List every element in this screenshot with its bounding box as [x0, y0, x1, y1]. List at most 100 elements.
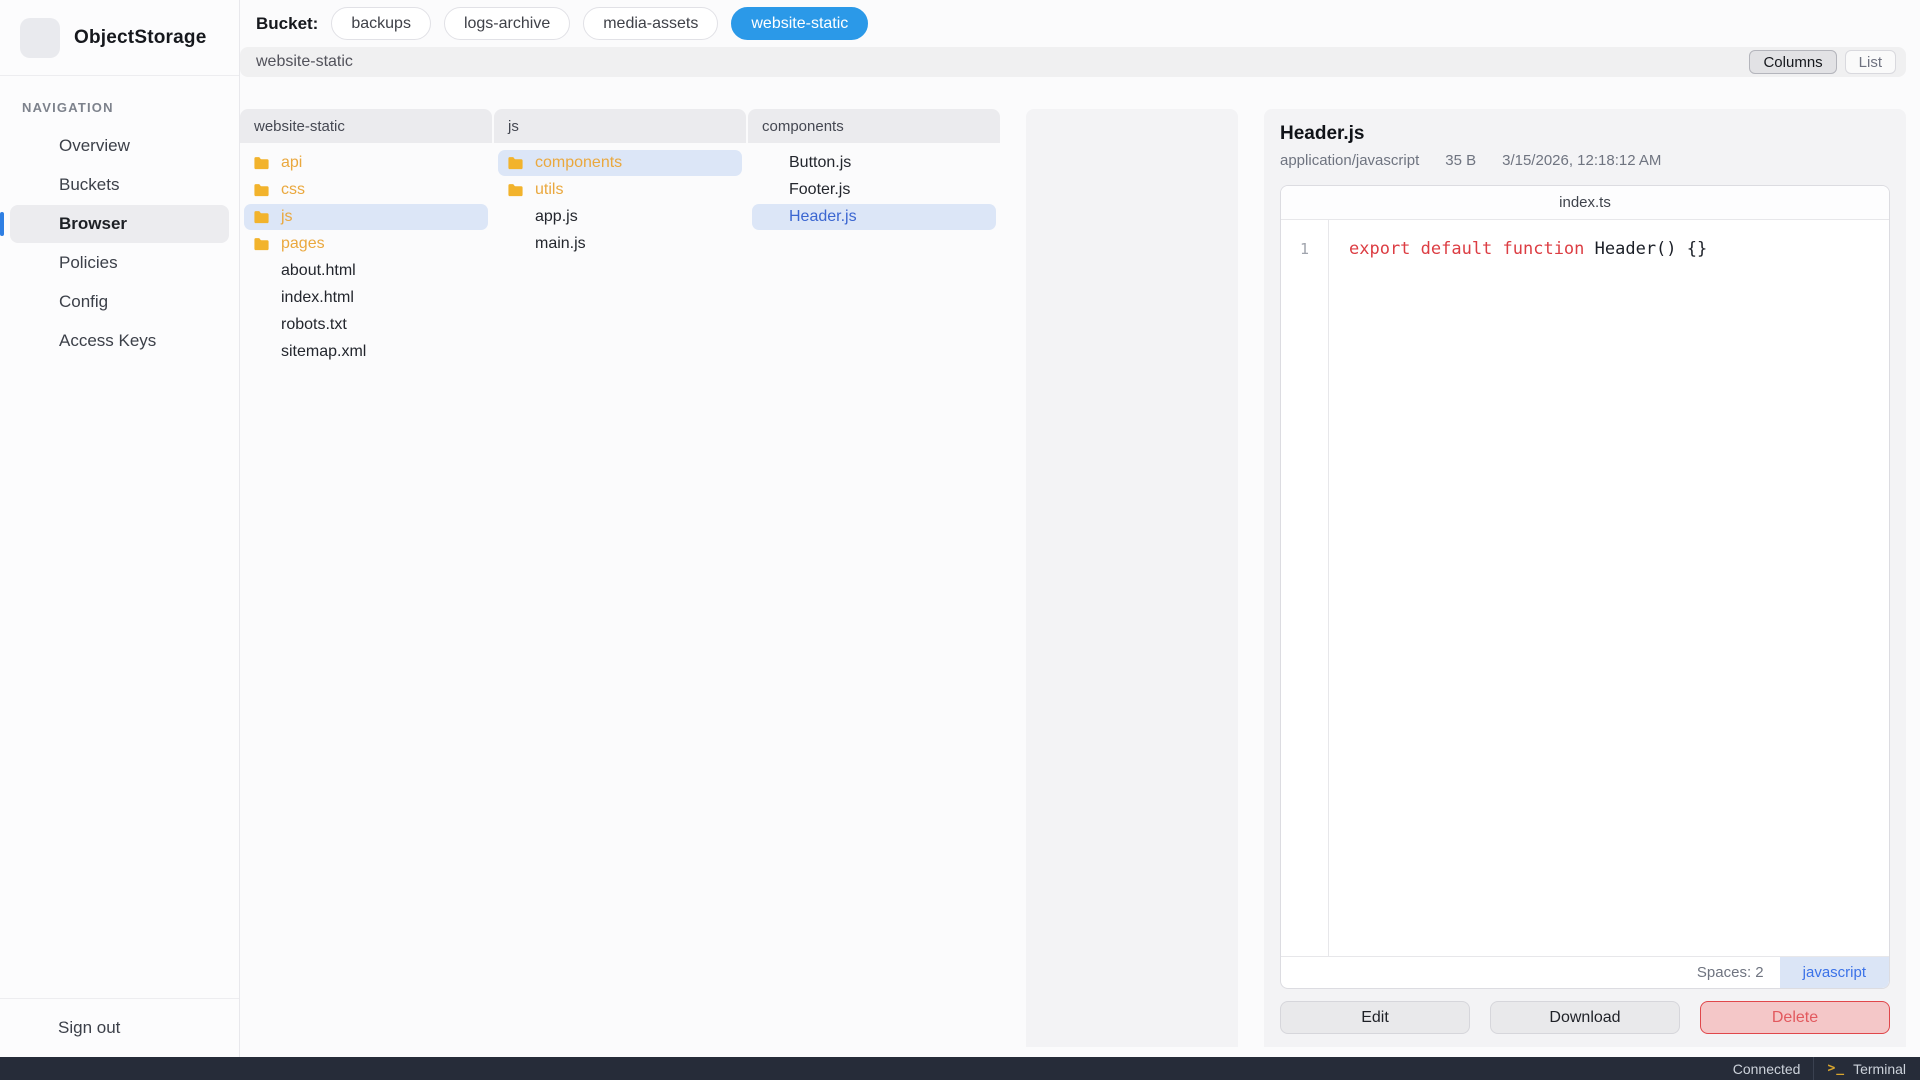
chevron-right-icon [466, 184, 479, 197]
file-row-about-html[interactable]: about.html [244, 258, 488, 284]
chevron-right-icon [466, 238, 479, 251]
file-detail-panel: Header.js application/javascript 35 B 3/… [1264, 109, 1906, 1047]
folder-row-css[interactable]: css [244, 177, 488, 203]
column-header: components [748, 109, 1000, 143]
sidebar-item-browser[interactable]: Browser [10, 205, 229, 243]
folder-icon [253, 209, 270, 226]
file-row-sitemap-xml[interactable]: sitemap.xml [244, 339, 488, 365]
miller-columns: website-static api css js pages about.htmlind… [240, 109, 1002, 1047]
bucket-title: website-static [256, 53, 353, 71]
sidebar-item-policies[interactable]: Policies [10, 244, 229, 282]
edit-button[interactable]: Edit [1280, 1001, 1470, 1034]
file-content-type: application/javascript [1280, 152, 1419, 169]
sidebar-item-access-keys[interactable]: Access Keys [10, 322, 229, 360]
nav-section-label: NAVIGATION [22, 100, 239, 115]
item-name: app.js [535, 208, 578, 226]
bucket-chip-list: backups logs-archive media-assets website-s… [331, 7, 868, 40]
terminal-label: Terminal [1853, 1061, 1906, 1077]
view-button-columns[interactable]: Columns [1749, 50, 1836, 74]
view-button-list[interactable]: List [1845, 50, 1896, 74]
wifi-icon [1709, 1061, 1725, 1077]
item-name: Header.js [789, 208, 857, 226]
file-row-index-html[interactable]: index.html [244, 285, 488, 311]
app-logo-icon [20, 18, 60, 58]
chevron-right-icon [466, 157, 479, 170]
file-row-robots-txt[interactable]: robots.txt [244, 312, 488, 338]
sign-out-button[interactable]: Sign out [12, 1012, 227, 1044]
item-name: utils [535, 181, 563, 199]
view-toggle: Columns List [1749, 50, 1896, 74]
chevron-right-icon [466, 211, 479, 224]
bucket-chip-website-static[interactable]: website-static [731, 7, 868, 40]
folder-icon [507, 155, 524, 172]
item-name: js [281, 208, 293, 226]
code-line: export default function Header() {} [1349, 234, 1889, 264]
sidebar-item-label: Access Keys [59, 331, 156, 351]
sidebar: ObjectStorage NAVIGATION Overview Buckets… [0, 0, 240, 1057]
folder-icon [253, 236, 270, 253]
status-bar-divider [1813, 1057, 1814, 1080]
language-badge: javascript [1780, 957, 1889, 988]
download-button[interactable]: Download [1490, 1001, 1680, 1034]
terminal-prompt-icon: >_ [1827, 1061, 1845, 1076]
file-icon [761, 182, 778, 199]
folder-icon [507, 182, 524, 199]
item-name: css [281, 181, 305, 199]
file-icon [761, 155, 778, 172]
app-window: ObjectStorage NAVIGATION Overview Buckets… [0, 0, 1920, 1057]
editor-tab: index.ts [1281, 186, 1889, 220]
sign-out-icon [23, 1018, 43, 1038]
item-name: Footer.js [789, 181, 850, 199]
terminal-toggle[interactable]: >_ Terminal [1827, 1057, 1906, 1080]
app-title: ObjectStorage [74, 27, 206, 49]
gear-icon [23, 292, 44, 313]
sidebar-item-config[interactable]: Config [10, 283, 229, 321]
sign-out-label: Sign out [58, 1018, 120, 1038]
folder-row-pages[interactable]: pages [244, 231, 488, 257]
connection-label: Connected [1733, 1061, 1801, 1077]
column-js: jscomponentsutilsapp.jsmain.js [494, 109, 746, 1047]
spaces-indicator: Spaces: 2 [1697, 964, 1764, 981]
folder-row-utils[interactable]: utils [498, 177, 742, 203]
sidebar-item-label: Policies [59, 253, 118, 273]
grid-icon [23, 136, 44, 157]
database-icon [23, 175, 44, 196]
file-row-header-js[interactable]: Header.js [752, 204, 996, 230]
editor-status-bar: Spaces: 2 javascript [1281, 956, 1889, 988]
sidebar-item-buckets[interactable]: Buckets [10, 166, 229, 204]
folder-row-api[interactable]: api [244, 150, 488, 176]
item-name: Button.js [789, 154, 851, 172]
chevron-right-icon [720, 184, 733, 197]
bucket-chip-backups[interactable]: backups [331, 7, 431, 40]
folder-open-icon [23, 214, 44, 235]
folder-row-components[interactable]: components [498, 150, 742, 176]
file-actions: Edit Download Delete [1280, 1001, 1890, 1034]
file-row-main-js[interactable]: main.js [498, 231, 742, 257]
column-website-static: website-static api css js pages about.htmlind… [240, 109, 492, 1047]
file-row-footer-js[interactable]: Footer.js [752, 177, 996, 203]
sidebar-nav: Overview Buckets Browser Policies Config Acce… [0, 127, 239, 360]
sidebar-item-label: Buckets [59, 175, 119, 195]
bucket-chip-media-assets[interactable]: media-assets [583, 7, 718, 40]
folder-row-js[interactable]: js [244, 204, 488, 230]
file-icon [507, 236, 524, 253]
file-modified: 3/15/2026, 12:18:12 AM [1502, 152, 1661, 169]
column-header: website-static [240, 109, 492, 143]
delete-button[interactable]: Delete [1700, 1001, 1890, 1034]
file-size: 35 B [1445, 152, 1476, 169]
app-logo: ObjectStorage [0, 0, 239, 76]
bucket-bar-label: Bucket: [256, 14, 318, 34]
item-name: pages [281, 235, 325, 253]
bucket-bar: Bucket: backups logs-archive media-assets w… [240, 0, 1920, 47]
status-bar: Connected >_ Terminal [0, 1057, 1920, 1080]
file-row-button-js[interactable]: Button.js [752, 150, 996, 176]
file-icon [761, 209, 778, 226]
bucket-chip-logs-archive[interactable]: logs-archive [444, 7, 570, 40]
item-name: components [535, 154, 622, 172]
item-name: robots.txt [281, 316, 347, 334]
code-content: export default function Header() {} [1329, 220, 1889, 956]
sidebar-item-overview[interactable]: Overview [10, 127, 229, 165]
file-icon [253, 317, 270, 334]
code-editor: index.ts 1 export default function Heade… [1280, 185, 1890, 989]
file-row-app-js[interactable]: app.js [498, 204, 742, 230]
